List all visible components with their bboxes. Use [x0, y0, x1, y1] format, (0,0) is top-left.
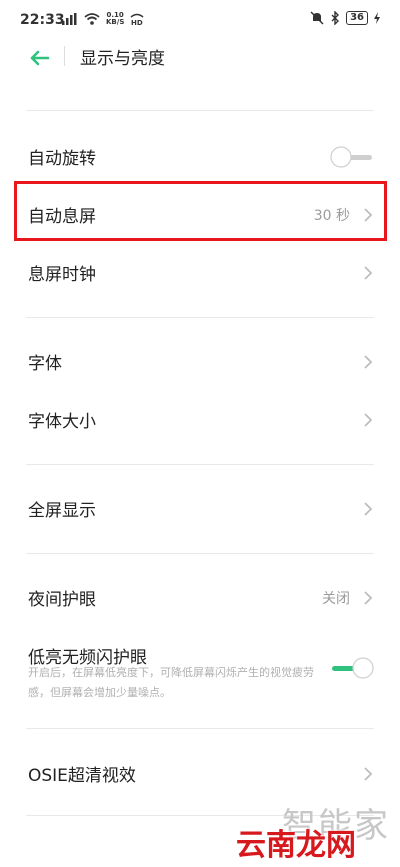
divider	[26, 553, 374, 554]
header-divider	[64, 46, 65, 66]
divider	[26, 110, 374, 111]
header: 显示与亮度	[0, 38, 400, 78]
divider	[26, 317, 374, 318]
osie-row[interactable]: OSIE超清视效	[0, 745, 400, 801]
network-speed: 0.10 KB/S	[106, 12, 124, 26]
page-title: 显示与亮度	[80, 49, 165, 69]
font-size-row[interactable]: 字体大小	[0, 391, 400, 447]
chevron-right-icon	[364, 767, 373, 781]
low-light-description: 开启后，在屏幕低亮度下，可降低屏幕闪烁产生的视觉疲劳感，但屏幕会增加少量噪点。	[28, 666, 314, 699]
chevron-right-icon	[364, 355, 373, 369]
bluetooth-icon	[331, 11, 340, 25]
chevron-right-icon	[364, 591, 373, 605]
low-light-toggle[interactable]	[330, 657, 374, 679]
wifi-icon	[84, 13, 100, 25]
auto-rotate-label: 自动旋转	[28, 149, 96, 169]
status-right-icons: 36	[310, 11, 380, 25]
hd-icon: HD	[130, 13, 144, 25]
mute-bell-icon	[310, 11, 324, 25]
auto-rotate-row[interactable]: 自动旋转	[0, 128, 400, 184]
chevron-right-icon	[364, 413, 373, 427]
screen-off-clock-row[interactable]: 息屏时钟	[0, 244, 400, 300]
back-arrow-icon	[30, 50, 50, 66]
status-time: 22:33	[20, 12, 65, 28]
night-mode-value: 关闭	[322, 591, 350, 607]
watermark-red: 云南龙网	[236, 828, 356, 863]
chevron-right-icon	[364, 502, 373, 516]
night-mode-label: 夜间护眼	[28, 590, 96, 610]
speed-unit: KB/S	[106, 18, 125, 26]
font-row[interactable]: 字体	[0, 333, 400, 389]
auto-rotate-toggle[interactable]	[330, 146, 374, 168]
full-screen-label: 全屏显示	[28, 501, 96, 521]
divider	[26, 464, 374, 465]
divider	[26, 728, 374, 729]
full-screen-row[interactable]: 全屏显示	[0, 480, 400, 536]
svg-text:HD: HD	[131, 19, 143, 25]
status-bar: 22:33 0.10 KB/S HD 36	[0, 0, 400, 38]
chevron-right-icon	[364, 266, 373, 280]
highlight-box	[14, 181, 387, 241]
signal-icon	[62, 13, 77, 25]
osie-label: OSIE超清视效	[28, 766, 136, 786]
back-button[interactable]	[26, 44, 54, 72]
battery-indicator: 36	[346, 11, 368, 25]
night-mode-row[interactable]: 夜间护眼 关闭	[0, 569, 400, 625]
font-size-label: 字体大小	[28, 412, 96, 432]
screen-off-clock-label: 息屏时钟	[28, 265, 96, 285]
charging-icon	[374, 12, 380, 24]
font-label: 字体	[28, 354, 62, 374]
status-left-icons: 0.10 KB/S HD	[62, 12, 144, 26]
